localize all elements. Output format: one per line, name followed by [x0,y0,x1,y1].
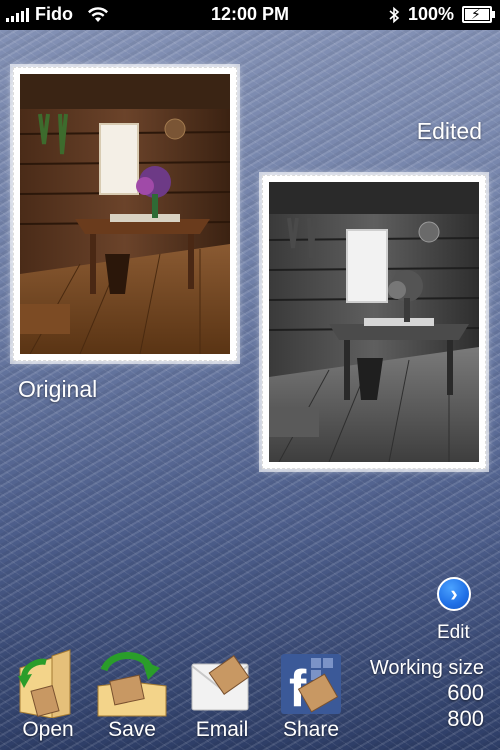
edited-photo-image [269,182,479,462]
save-button[interactable]: Save [92,648,172,743]
status-right: 100% ⚡ [388,4,495,25]
share-button[interactable]: f Share [271,648,351,743]
original-photo-frame[interactable] [13,67,237,361]
working-size-label: Working size [369,657,484,679]
chevron-right-icon: › [450,581,458,606]
original-label: Original [18,376,98,402]
bluetooth-icon [389,6,400,23]
share-label: Share [282,718,340,741]
open-button[interactable]: Open [8,648,88,743]
edit-label[interactable]: Edit [437,622,470,644]
email-label: Email [195,718,249,741]
edited-photo [269,182,479,462]
original-photo-image [20,74,230,354]
original-photo [20,74,230,354]
envelope-icon [182,648,262,718]
folder-open-icon [8,648,88,718]
main-canvas: Original Edited › Edit Open Save Email f… [0,30,500,750]
status-bar: Fido 12:00 PM 100% ⚡ [0,0,500,30]
battery-icon: ⚡ [462,6,495,23]
working-size-width: 600 [447,680,484,705]
working-size-height: 800 [447,706,484,731]
open-label: Open [22,718,74,741]
edited-label: Edited [416,118,482,144]
save-label: Save [108,718,156,741]
working-size: Working size 600 800 [370,657,484,732]
folder-save-icon [92,648,172,718]
battery-percent: 100% [407,4,454,24]
edit-button[interactable]: › [437,577,471,611]
edited-photo-frame[interactable] [262,175,486,469]
email-button[interactable]: Email [182,648,262,743]
facebook-icon: f [271,648,351,718]
